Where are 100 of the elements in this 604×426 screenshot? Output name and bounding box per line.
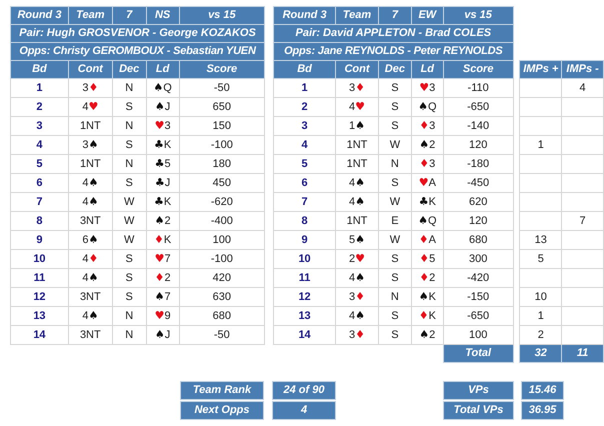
- contract-cell: 1NT: [68, 154, 112, 174]
- contract-cell: 2♥: [336, 250, 378, 268]
- contract-cell: 3♦: [336, 288, 378, 306]
- board-number: 8: [10, 212, 68, 230]
- score-cell: -620: [179, 192, 265, 212]
- score-cell: 650: [179, 98, 265, 116]
- lead-cell: ♦5: [411, 250, 444, 268]
- board-number: 4: [10, 136, 68, 154]
- board-number: 10: [274, 250, 336, 268]
- score-cell: 420: [179, 268, 265, 288]
- score-cell: -100: [179, 136, 265, 154]
- lead-cell: ♠J: [146, 98, 180, 116]
- board-number: 1: [274, 78, 336, 98]
- score-cell: -50: [179, 326, 265, 344]
- imps-cell: 1: [520, 136, 562, 154]
- pair-names: Pair: Hugh GROSVENOR - George KOZAKOS: [10, 24, 265, 42]
- imps-cell: 7: [562, 212, 604, 230]
- declarer-cell: S: [378, 98, 412, 116]
- contract-cell: 1♠: [336, 116, 378, 136]
- declarer-cell: N: [378, 288, 412, 306]
- declarer-cell: W: [112, 192, 146, 212]
- direction-label: NS: [146, 6, 180, 24]
- score-cell: -50: [179, 78, 265, 98]
- column-header: Bd: [10, 60, 68, 78]
- score-cell: 120: [443, 212, 514, 230]
- declarer-cell: S: [112, 136, 146, 154]
- declarer-cell: W: [112, 230, 146, 250]
- board-number: 7: [10, 192, 68, 212]
- declarer-cell: N: [112, 154, 146, 174]
- declarer-cell: S: [378, 78, 412, 98]
- declarer-cell: N: [112, 326, 146, 344]
- score-cell: 630: [179, 288, 265, 306]
- score-cell: -400: [179, 212, 265, 230]
- team-label: Team: [336, 6, 378, 24]
- contract-cell: 3NT: [68, 288, 112, 306]
- contract-cell: 1NT: [68, 116, 112, 136]
- opponents-names: Opps: Jane REYNOLDS - Peter REYNOLDS: [274, 42, 514, 60]
- contract-cell: 3♦: [336, 326, 378, 344]
- board-number: 11: [274, 268, 336, 288]
- declarer-cell: E: [378, 212, 412, 230]
- contract-cell: 1NT: [336, 154, 378, 174]
- lead-cell: ♦2: [411, 268, 444, 288]
- score-cell: 450: [179, 174, 265, 192]
- score-cell: -140: [443, 116, 514, 136]
- declarer-cell: S: [378, 306, 412, 326]
- contract-cell: 6♠: [68, 230, 112, 250]
- score-cell: 180: [179, 154, 265, 174]
- lead-cell: ♠K: [411, 288, 444, 306]
- pair-names: Pair: David APPLETON - Brad COLES: [274, 24, 514, 42]
- contract-cell: 4♠: [68, 192, 112, 212]
- contract-cell: 4♠: [68, 306, 112, 326]
- board-number: 7: [274, 192, 336, 212]
- score-cell: -110: [443, 78, 514, 98]
- declarer-cell: S: [112, 250, 146, 268]
- contract-cell: 5♠: [336, 230, 378, 250]
- board-number: 13: [274, 306, 336, 326]
- contract-cell: 4♥: [336, 98, 378, 116]
- declarer-cell: W: [378, 192, 412, 212]
- contract-cell: 4♠: [68, 268, 112, 288]
- lead-cell: ♣J: [146, 174, 180, 192]
- declarer-cell: S: [378, 116, 412, 136]
- board-number: 8: [274, 212, 336, 230]
- score-cell: 620: [443, 192, 514, 212]
- column-header: Ld: [411, 60, 444, 78]
- board-number: 2: [274, 98, 336, 116]
- declarer-cell: W: [378, 230, 412, 250]
- board-number: 3: [274, 116, 336, 136]
- lead-cell: ♦3: [411, 154, 444, 174]
- contract-cell: 4♠: [336, 306, 378, 326]
- lead-cell: ♣5: [146, 154, 180, 174]
- column-header: Cont: [336, 60, 378, 78]
- summary-label: Total VPs: [443, 401, 514, 420]
- summary-value: 36.95: [521, 401, 564, 420]
- opponent-team: vs 15: [179, 6, 265, 24]
- lead-cell: ♥7: [146, 250, 180, 268]
- contract-cell: 4♠: [336, 268, 378, 288]
- board-number: 14: [10, 326, 68, 344]
- declarer-cell: S: [378, 174, 412, 192]
- declarer-cell: N: [112, 306, 146, 326]
- lead-cell: ♥9: [146, 306, 180, 326]
- contract-cell: 1NT: [336, 136, 378, 154]
- column-header: Cont: [68, 60, 112, 78]
- contract-cell: 3♠: [68, 136, 112, 154]
- column-header: Score: [443, 60, 514, 78]
- board-number: 6: [10, 174, 68, 192]
- board-number: 9: [10, 230, 68, 250]
- round-label: Round 3: [274, 6, 336, 24]
- board-number: 12: [274, 288, 336, 306]
- imps-total: 11: [562, 344, 604, 362]
- declarer-cell: N: [112, 78, 146, 98]
- lead-cell: ♠2: [411, 136, 444, 154]
- lead-cell: ♠Q: [411, 212, 444, 230]
- column-header: Score: [179, 60, 265, 78]
- contract-cell: 4♥: [68, 98, 112, 116]
- lead-cell: ♦A: [411, 230, 444, 250]
- lead-cell: ♣K: [146, 136, 180, 154]
- board-number: 13: [10, 306, 68, 326]
- lead-cell: ♠Q: [146, 78, 180, 98]
- contract-cell: 3♦: [336, 78, 378, 98]
- lead-cell: ♠2: [146, 212, 180, 230]
